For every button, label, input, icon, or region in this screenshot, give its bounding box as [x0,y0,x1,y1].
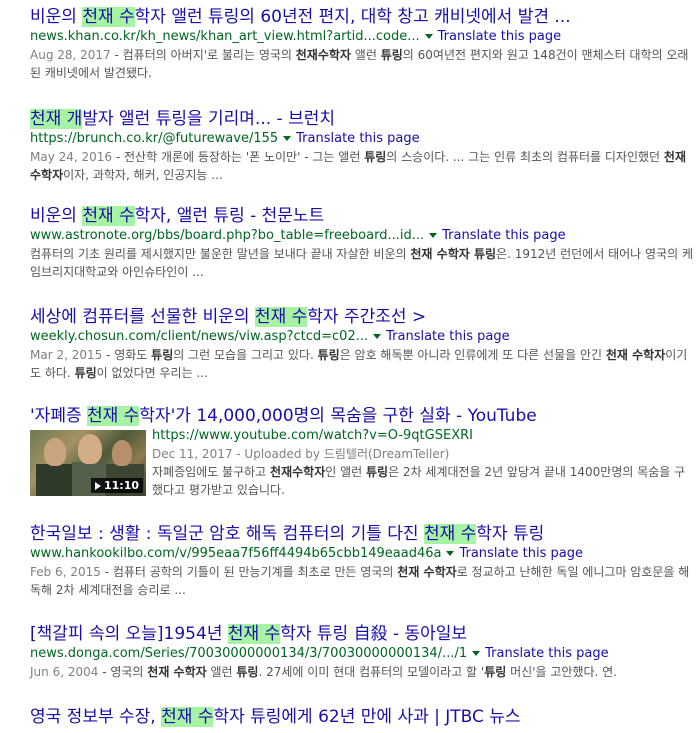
search-highlight: 천재 수 [161,707,214,727]
result-snippet: Aug 28, 2017 - 컴퓨터의 아버지'로 불리는 영국의 천재수학자 … [30,48,689,80]
translate-link[interactable]: Translate this page [438,29,561,44]
dropdown-arrow-icon[interactable] [373,333,382,339]
result-url[interactable]: www.hankookilbo.com/v/995eaa7f56ff4494b6… [30,546,441,561]
search-result: 비운의 천재 수학자 앨런 튜링의 60년전 편지, 대학 창고 캐비넷에서 발… [30,6,695,82]
result-title-link[interactable]: [책갈피 속의 오늘]1954년 천재 수학자 튜링 自殺 - 동아일보 [30,623,695,645]
search-highlight: 천재 수 [82,206,135,226]
search-result: 천재 개발자 앨런 튜링을 기리며... - 브런치 https://brunc… [30,108,695,184]
search-highlight: 천재 수 [227,624,281,644]
result-url[interactable]: weekly.chosun.com/client/news/viw.asp?ct… [30,329,368,344]
video-duration-badge: 11:10 [90,478,143,493]
result-snippet: 컴퓨터의 기초 원리를 제시했지만 불운한 말년을 보내다 끝내 자살한 비운의… [30,247,693,279]
result-url[interactable]: https://www.youtube.com/watch?v=O-9qtGSE… [152,428,473,443]
dropdown-arrow-icon[interactable] [429,232,438,238]
translate-link[interactable]: Translate this page [485,646,608,661]
search-highlight: 천재 개 [30,109,83,129]
result-url[interactable]: news.donga.com/Series/70030000000134/3/7… [30,646,467,661]
search-highlight: 천재 수 [87,406,140,426]
result-title-link[interactable]: 비운의 천재 수학자, 앨런 튜링 - 천문노트 [30,205,695,227]
search-result: 한국일보 : 생활 : 독일군 암호 해독 컴퓨터의 기틀 다진 천재 수학자 … [30,523,695,599]
video-thumbnail[interactable]: 11:10 [30,430,146,496]
translate-link[interactable]: Translate this page [442,228,565,243]
result-snippet: Feb 6, 2015 - 컴퓨터 공학의 기틀이 된 만능기계를 최초로 만든… [30,565,690,597]
result-title-link[interactable]: 영국 정보부 수장, 천재 수학자 튜링에게 62년 만에 사과 | JTBC … [30,706,695,728]
result-title-link[interactable]: 천재 개발자 앨런 튜링을 기리며... - 브런치 [30,108,695,130]
result-snippet: 자폐증임에도 불구하고 천재수학자인 앨런 튜링은 2차 세계대전을 2년 앞당… [152,465,686,497]
translate-link[interactable]: Translate this page [459,546,582,561]
video-result: '자폐증 천재 수학자'가 14,000,000명의 목숨을 구한 실화 - Y… [30,405,695,499]
result-date: Feb 6, 2015 [30,565,101,579]
result-date: Aug 28, 2017 [30,48,111,62]
result-url[interactable]: https://brunch.co.kr/@futurewave/155 [30,131,278,146]
search-result: 세상에 컴퓨터를 선물한 비운의 천재 수학자 주간조선 > weekly.ch… [30,306,695,382]
dropdown-arrow-icon[interactable] [472,650,481,656]
dropdown-arrow-icon[interactable] [446,550,455,556]
result-snippet: Jun 6, 2004 - 영국의 천재 수학자 앨런 튜링. 27세에 이미 … [30,665,618,679]
dropdown-arrow-icon[interactable] [424,33,433,39]
play-icon [94,481,101,490]
search-highlight: 천재 수 [82,7,135,27]
result-title-link[interactable]: '자폐증 천재 수학자'가 14,000,000명의 목숨을 구한 실화 - Y… [30,405,695,427]
search-highlight: 천재 수 [423,524,477,544]
result-title-link[interactable]: 한국일보 : 생활 : 독일군 암호 해독 컴퓨터의 기틀 다진 천재 수학자 … [30,523,695,545]
search-result: 영국 정보부 수장, 천재 수학자 튜링에게 62년 만에 사과 | JTBC … [30,706,695,728]
result-url[interactable]: www.astronote.org/bbs/board.php?bo_table… [30,228,424,243]
result-title-link[interactable]: 비운의 천재 수학자 앨런 튜링의 60년전 편지, 대학 창고 캐비넷에서 발… [30,6,695,28]
search-result: [책갈피 속의 오늘]1954년 천재 수학자 튜링 自殺 - 동아일보 new… [30,623,695,681]
result-date: Jun 6, 2004 [30,665,99,679]
result-title-link[interactable]: 세상에 컴퓨터를 선물한 비운의 천재 수학자 주간조선 > [30,306,695,328]
result-url[interactable]: news.khan.co.kr/kh_news/khan_art_view.ht… [30,29,420,44]
dropdown-arrow-icon[interactable] [283,135,292,141]
result-date: May 24, 2016 [30,150,113,164]
result-date: Mar 2, 2015 [30,348,103,362]
result-date: Dec 11, 2017 - Uploaded by 드림텔러(DreamTel… [152,447,450,461]
search-result: 비운의 천재 수학자, 앨런 튜링 - 천문노트 www.astronote.o… [30,205,695,281]
translate-link[interactable]: Translate this page [386,329,509,344]
translate-link[interactable]: Translate this page [296,131,419,146]
search-highlight: 천재 수 [254,307,308,327]
result-snippet: May 24, 2016 - 전산학 개론에 등장하는 '폰 노이만' - 그는… [30,150,686,182]
result-snippet: Mar 2, 2015 - 영화도 튜링의 그런 모습을 그리고 있다. 튜링은… [30,348,688,380]
